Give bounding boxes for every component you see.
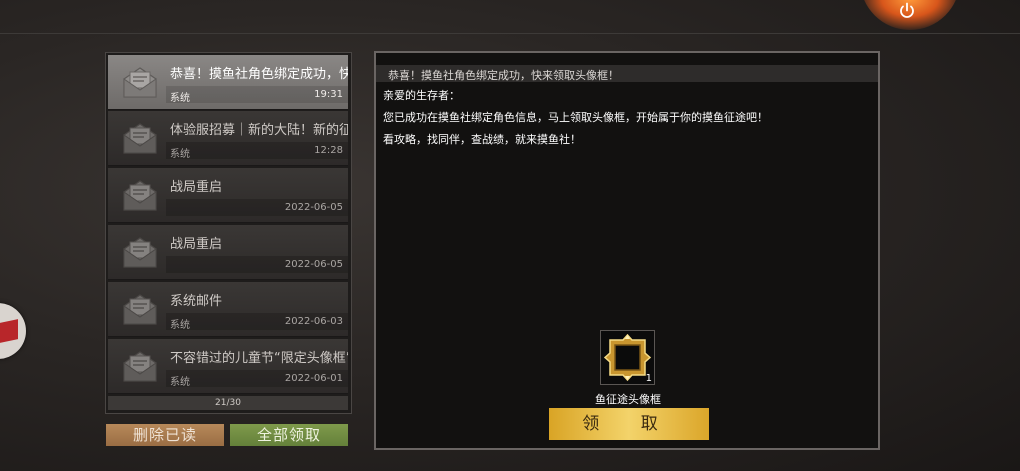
mail-item[interactable]: 恭喜！摸鱼社角色绑定成功，快 系统 19:31: [108, 55, 348, 110]
side-tab-button[interactable]: [0, 303, 26, 359]
mail-time: 19:31: [314, 89, 343, 100]
open-envelope-icon: [123, 351, 157, 382]
mail-detail-header: 恭喜！摸鱼社角色绑定成功，快来领取头像框！: [376, 65, 878, 82]
mail-sender: 系统: [170, 93, 190, 104]
mail-title: 战局重启: [170, 237, 223, 252]
mail-item[interactable]: 战局重启 2022-06-05: [108, 225, 348, 280]
mail-title: 体验服招募｜新的大陆！新的征: [170, 123, 348, 138]
mail-detail-panel: 恭喜！摸鱼社角色绑定成功，快来领取头像框！ 亲爱的生存者： 您已成功在摸鱼社绑定…: [374, 51, 880, 450]
side-tab-mark-icon: [0, 319, 18, 343]
reward-item[interactable]: 1: [600, 330, 655, 385]
mail-detail-title: 恭喜！摸鱼社角色绑定成功，快来领取头像框！: [388, 69, 619, 82]
reward-count: 1: [645, 373, 652, 384]
mail-item[interactable]: 系统邮件 系统 2022-06-03: [108, 282, 348, 337]
mail-time: 2022-06-05: [284, 259, 343, 270]
claim-all-button[interactable]: 全部领取: [230, 424, 348, 446]
mail-counter: 21/30: [108, 396, 348, 410]
mail-item[interactable]: 战局重启 2022-06-05: [108, 168, 348, 223]
top-divider: [0, 33, 1020, 34]
mail-sender: 系统: [170, 377, 190, 388]
receive-button[interactable]: 领 取: [549, 408, 709, 440]
mail-greeting: 亲爱的生存者：: [383, 89, 460, 102]
mail-time: 2022-06-03: [284, 316, 343, 327]
open-envelope-icon: [123, 237, 157, 268]
delete-read-button[interactable]: 删除已读: [106, 424, 224, 446]
mail-body-line: 看攻略，找同伴，查战绩，就来摸鱼社！: [383, 133, 581, 146]
mail-time: 2022-06-05: [284, 202, 343, 213]
mail-sender: 系统: [170, 149, 190, 160]
mail-time: 12:28: [314, 145, 343, 156]
reward-name: 鱼征途头像框: [595, 393, 661, 406]
mail-title: 恭喜！摸鱼社角色绑定成功，快: [170, 67, 348, 82]
mail-title: 系统邮件: [170, 294, 223, 309]
mail-body-line: 您已成功在摸鱼社绑定角色信息，马上领取头像框，开始属于你的摸鱼征途吧！: [383, 111, 768, 124]
mail-title: 不容错过的儿童节“限定头像框”: [170, 351, 348, 366]
mail-list: 恭喜！摸鱼社角色绑定成功，快 系统 19:31 体验服招募｜新的大陆！新的征 系…: [105, 52, 352, 414]
mail-item[interactable]: 体验服招募｜新的大陆！新的征 系统 12:28: [108, 111, 348, 166]
power-icon[interactable]: [898, 2, 916, 20]
mail-time: 2022-06-01: [284, 373, 343, 384]
open-envelope-icon: [123, 67, 157, 98]
open-envelope-icon: [123, 294, 157, 325]
mail-item[interactable]: 不容错过的儿童节“限定头像框” 系统 2022-06-01: [108, 339, 348, 394]
mail-title: 战局重启: [170, 180, 223, 195]
open-envelope-icon: [123, 123, 157, 154]
mail-sender: 系统: [170, 320, 190, 331]
open-envelope-icon: [123, 180, 157, 211]
